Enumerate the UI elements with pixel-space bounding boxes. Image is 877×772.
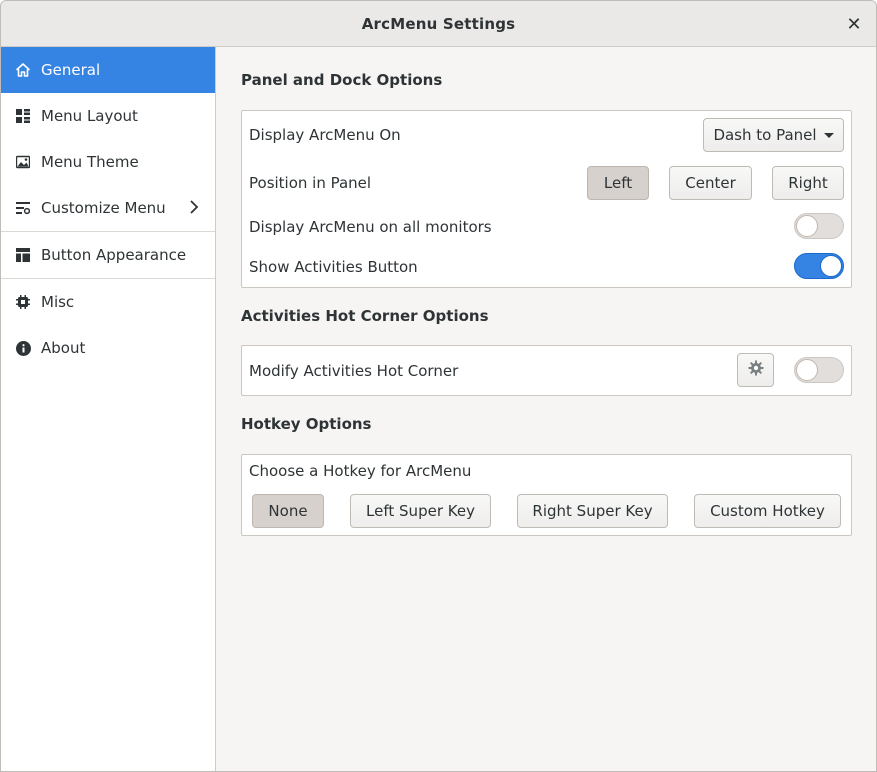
display-on-dropdown[interactable]: Dash to Panel [703,118,844,152]
sidebar-item-label: General [41,61,101,79]
row-choose-hotkey: Choose a Hotkey for ArcMenu [242,455,851,487]
close-button[interactable]: ✕ [842,12,866,36]
modify-hot-corner-switch[interactable] [794,357,844,383]
sidebar-item-about[interactable]: About [1,325,215,371]
panel-dock-frame: Display ArcMenu On Dash to Panel Positio… [241,110,852,288]
sidebar: General Menu Layout Menu Theme Customize… [1,47,216,771]
hot-corner-settings-button[interactable] [737,353,774,387]
position-center-button[interactable]: Center [669,166,752,200]
sidebar-item-menu-layout[interactable]: Menu Layout [1,93,215,139]
hotkey-custom-button[interactable]: Custom Hotkey [694,494,841,528]
switch-knob [820,255,842,277]
misc-icon [15,294,31,310]
dropdown-arrow-icon [823,132,834,138]
switch-knob [796,359,818,381]
position-right-button[interactable]: Right [772,166,844,200]
sidebar-item-label: Misc [41,293,75,311]
sidebar-item-label: Customize Menu [41,199,166,217]
sidebar-item-misc[interactable]: Misc [1,279,215,325]
close-icon: ✕ [846,13,862,35]
display-on-value: Dash to Panel [713,126,817,144]
hotkey-frame: Choose a Hotkey for ArcMenu None Left Su… [241,454,852,536]
hotkey-left-super-button[interactable]: Left Super Key [350,494,491,528]
position-right-label: Right [788,174,828,192]
hotkey-none-label: None [268,502,308,520]
info-icon [15,340,31,356]
sidebar-item-label: About [41,339,86,357]
row-activities-button: Show Activities Button [242,247,851,287]
position-left-button[interactable]: Left [587,166,649,200]
sidebar-item-general[interactable]: General [1,47,215,93]
position-left-label: Left [603,174,633,192]
chevron-right-icon [189,200,199,218]
modify-hot-corner-label: Modify Activities Hot Corner [249,361,459,380]
row-position: Position in Panel Left Center Right [242,159,851,207]
switch-knob [796,215,818,237]
section-title-hot-corner: Activities Hot Corner Options [241,307,489,325]
hotkey-custom-label: Custom Hotkey [710,502,825,520]
hotkey-none-button[interactable]: None [252,494,324,528]
sidebar-item-menu-theme[interactable]: Menu Theme [1,139,215,185]
row-modify-hot-corner: Modify Activities Hot Corner [242,346,851,395]
sidebar-item-customize-menu[interactable]: Customize Menu [1,185,215,231]
section-title-panel-dock: Panel and Dock Options [241,71,443,89]
all-monitors-switch[interactable] [794,213,844,239]
settings-window: ArcMenu Settings ✕ General Menu Layout M… [0,0,877,772]
sidebar-item-label: Button Appearance [41,246,187,264]
sidebar-item-button-appearance[interactable]: Button Appearance [1,232,215,278]
position-label: Position in Panel [249,174,372,192]
hotkey-right-super-label: Right Super Key [532,502,653,520]
hotkey-left-super-label: Left Super Key [366,502,475,520]
layout-icon [15,108,31,124]
row-all-monitors: Display ArcMenu on all monitors [242,207,851,247]
button-appearance-icon [15,247,31,263]
activities-switch[interactable] [794,253,844,279]
content-area: Panel and Dock Options Display ArcMenu O… [217,47,876,771]
title-bar: ArcMenu Settings ✕ [1,1,876,47]
gear-icon [748,360,764,380]
all-monitors-label: Display ArcMenu on all monitors [249,218,492,236]
sidebar-item-label: Menu Theme [41,153,139,171]
hot-corner-frame: Modify Activities Hot Corner [241,345,852,396]
position-center-label: Center [685,174,736,192]
choose-hotkey-label: Choose a Hotkey for ArcMenu [249,462,472,480]
sidebar-item-label: Menu Layout [41,107,138,125]
section-title-hotkey: Hotkey Options [241,415,372,433]
display-on-label: Display ArcMenu On [249,126,401,144]
window-title: ArcMenu Settings [361,14,516,33]
row-display-on: Display ArcMenu On Dash to Panel [242,111,851,159]
customize-icon [15,200,31,216]
theme-icon [15,154,31,170]
home-icon [15,62,31,78]
hotkey-right-super-button[interactable]: Right Super Key [517,494,668,528]
activities-label: Show Activities Button [249,258,418,276]
